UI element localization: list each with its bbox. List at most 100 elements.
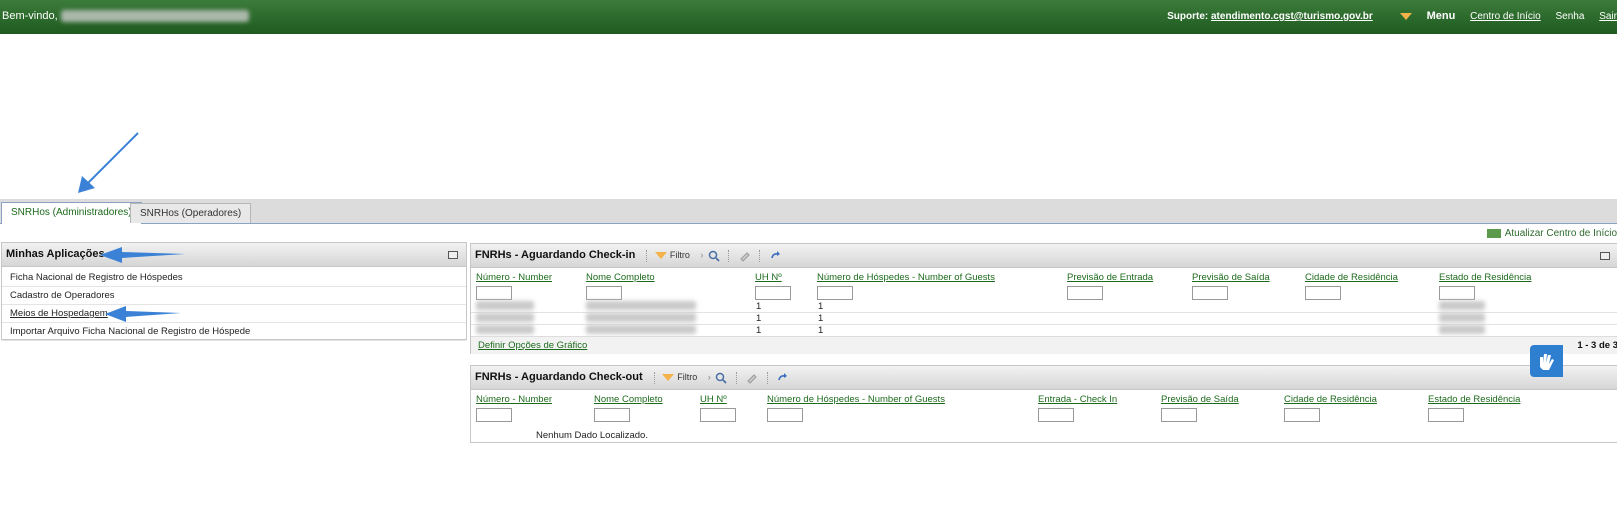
refresh-home-button[interactable]: Atualizar Centro de Início bbox=[1486, 228, 1617, 239]
menu-button[interactable]: Menu bbox=[1388, 10, 1456, 22]
arrow-head bbox=[78, 176, 95, 193]
minimize-icon[interactable] bbox=[448, 251, 458, 259]
table-row[interactable]: 1 1 bbox=[471, 313, 1617, 325]
my-applications-panel: Minhas Aplicações Ficha Nacional de Regi… bbox=[1, 242, 467, 341]
cell-uh: 1 bbox=[756, 301, 762, 312]
redacted-state bbox=[1439, 301, 1485, 310]
col-expected-entry[interactable]: Previsão de Entrada bbox=[1067, 272, 1153, 283]
filter-input-name[interactable] bbox=[594, 408, 630, 422]
logout-link[interactable]: Sair bbox=[1599, 11, 1617, 22]
redacted-state bbox=[1439, 325, 1485, 334]
menu-dropdown-icon bbox=[1399, 12, 1412, 20]
chart-options-link[interactable]: Definir Opções de Gráfico bbox=[478, 340, 587, 351]
app-link-import-file[interactable]: Importar Arquivo Ficha Nacional de Regis… bbox=[2, 323, 466, 341]
col-state[interactable]: Estado de Residência bbox=[1428, 394, 1520, 405]
filter-input-city[interactable] bbox=[1284, 408, 1320, 422]
checkin-grid: Número - Number Nome Completo UH Nº Núme… bbox=[471, 268, 1617, 354]
refresh-label: Atualizar Centro de Início bbox=[1504, 228, 1617, 239]
app-link-lodging[interactable]: Meios de Hospedagem bbox=[2, 305, 466, 323]
tab-snrhos-operators[interactable]: SNRHos (Operadores) bbox=[130, 203, 252, 223]
empty-message: Nenhum Dado Localizado. bbox=[536, 430, 648, 441]
cell-guests: 1 bbox=[818, 301, 824, 312]
redacted-state bbox=[1439, 313, 1485, 322]
col-city[interactable]: Cidade de Residência bbox=[1284, 394, 1377, 405]
filter-input-entry[interactable] bbox=[1038, 408, 1074, 422]
support-email-link[interactable]: atendimento.cgst@turismo.gov.br bbox=[1211, 11, 1373, 22]
app-link-operators[interactable]: Cadastro de Operadores bbox=[2, 287, 466, 305]
checkout-filter-button[interactable]: Filtro bbox=[677, 372, 697, 382]
redacted-name bbox=[586, 313, 696, 322]
filter-input-city[interactable] bbox=[1305, 286, 1341, 300]
filter-icon bbox=[654, 252, 667, 260]
search-icon[interactable] bbox=[708, 250, 720, 262]
cell-guests: 1 bbox=[818, 313, 824, 324]
refresh-arrow-icon[interactable] bbox=[770, 250, 782, 262]
col-uh[interactable]: UH Nº bbox=[700, 394, 727, 405]
filter-input-entry[interactable] bbox=[1067, 286, 1103, 300]
filter-input-state[interactable] bbox=[1428, 408, 1464, 422]
filter-input-guests[interactable] bbox=[817, 286, 853, 300]
eraser-icon[interactable] bbox=[746, 372, 758, 384]
welcome-text: Bem-vindo, bbox=[2, 10, 58, 22]
eraser-icon[interactable] bbox=[739, 250, 751, 262]
cell-guests: 1 bbox=[818, 325, 824, 336]
filter-input-exit[interactable] bbox=[1192, 286, 1228, 300]
redacted-name bbox=[586, 325, 696, 334]
filter-input-guests[interactable] bbox=[767, 408, 803, 422]
top-bar: Bem-vindo, Suporte: atendimento.cgst@tur… bbox=[0, 0, 1617, 34]
filter-input-uh[interactable] bbox=[755, 286, 791, 300]
checkin-title: FNRHs - Aguardando Check-in bbox=[475, 249, 636, 261]
tab-strip: SNRHos (Administradores) SNRHos (Operado… bbox=[0, 199, 1617, 224]
checkout-grid: Número - Number Nome Completo UH Nº Núme… bbox=[471, 390, 1617, 442]
checkout-title: FNRHs - Aguardando Check-out bbox=[475, 371, 643, 383]
user-name-redacted bbox=[60, 10, 249, 23]
refresh-arrow-icon[interactable] bbox=[777, 372, 789, 384]
col-full-name[interactable]: Nome Completo bbox=[586, 272, 655, 283]
col-state[interactable]: Estado de Residência bbox=[1439, 272, 1531, 283]
accessibility-widget[interactable] bbox=[1530, 345, 1563, 377]
col-expected-exit[interactable]: Previsão de Saída bbox=[1161, 394, 1239, 405]
chevron-right-icon: › bbox=[700, 250, 704, 260]
col-city[interactable]: Cidade de Residência bbox=[1305, 272, 1398, 283]
panel-title: Minhas Aplicações bbox=[6, 248, 105, 260]
col-number[interactable]: Número - Number bbox=[476, 272, 552, 283]
redacted-name bbox=[586, 301, 696, 310]
table-row[interactable]: 1 1 bbox=[471, 301, 1617, 313]
checkin-footer: Definir Opções de Gráfico 1 - 3 de 3 bbox=[471, 336, 1617, 354]
minimize-icon[interactable] bbox=[1600, 252, 1610, 260]
checkout-header: FNRHs - Aguardando Check-out Filtro › bbox=[471, 366, 1617, 390]
checkout-panel: FNRHs - Aguardando Check-out Filtro › Nú… bbox=[470, 365, 1617, 443]
refresh-icon bbox=[1486, 228, 1501, 238]
col-expected-exit[interactable]: Previsão de Saída bbox=[1192, 272, 1270, 283]
chevron-right-icon: › bbox=[707, 372, 711, 382]
tab-snrhos-admin[interactable]: SNRHos (Administradores) bbox=[1, 202, 142, 224]
filter-input-name[interactable] bbox=[586, 286, 622, 300]
filter-input-state[interactable] bbox=[1439, 286, 1475, 300]
col-full-name[interactable]: Nome Completo bbox=[594, 394, 663, 405]
my-applications-header: Minhas Aplicações bbox=[2, 243, 466, 267]
col-entry-checkin[interactable]: Entrada - Check In bbox=[1038, 394, 1117, 405]
col-guests[interactable]: Número de Hóspedes - Number of Guests bbox=[817, 272, 995, 283]
col-uh[interactable]: UH Nº bbox=[755, 272, 782, 283]
checkin-panel: FNRHs - Aguardando Check-in Filtro › Núm… bbox=[470, 243, 1617, 354]
cell-uh: 1 bbox=[756, 313, 762, 324]
search-icon[interactable] bbox=[715, 372, 727, 384]
home-link[interactable]: Centro de Início bbox=[1470, 11, 1541, 22]
cell-uh: 1 bbox=[756, 325, 762, 336]
filter-input-exit[interactable] bbox=[1161, 408, 1197, 422]
redacted-number bbox=[476, 325, 534, 334]
filter-input-number[interactable] bbox=[476, 408, 512, 422]
redacted-number bbox=[476, 313, 534, 322]
password-link[interactable]: Senha bbox=[1556, 11, 1585, 22]
pagination-info: 1 - 3 de 3 bbox=[1577, 340, 1617, 351]
support-info: Suporte: atendimento.cgst@turismo.gov.br bbox=[1155, 11, 1375, 22]
filter-input-uh[interactable] bbox=[700, 408, 736, 422]
arrow-to-admin-tab bbox=[85, 132, 139, 186]
col-guests[interactable]: Número de Hóspedes - Number of Guests bbox=[767, 394, 945, 405]
checkin-filter-button[interactable]: Filtro bbox=[670, 250, 690, 260]
col-number[interactable]: Número - Number bbox=[476, 394, 552, 405]
app-link-fnrh[interactable]: Ficha Nacional de Registro de Hóspedes bbox=[2, 269, 466, 287]
menu-label: Menu bbox=[1426, 10, 1456, 22]
filter-input-number[interactable] bbox=[476, 286, 512, 300]
sign-language-icon bbox=[1540, 354, 1554, 370]
